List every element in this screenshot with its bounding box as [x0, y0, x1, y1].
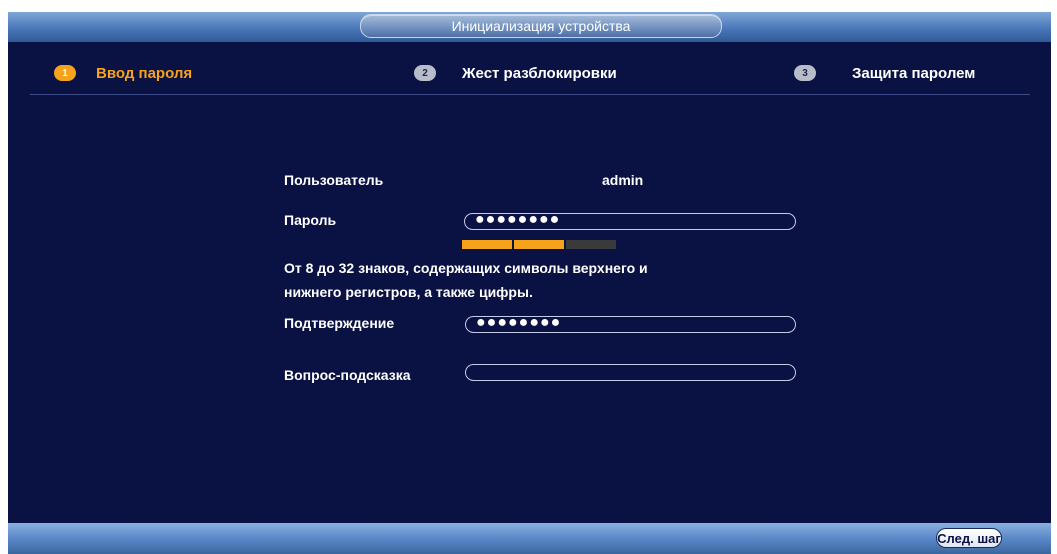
user-value: admin — [602, 172, 644, 188]
confirm-label: Подтверждение — [284, 315, 395, 331]
step-3-label: Защита паролем — [852, 64, 976, 82]
strength-segment-2 — [514, 240, 564, 249]
hint-question-input[interactable] — [465, 364, 796, 381]
step-2-label: Жест разблокировки — [462, 64, 617, 82]
password-input[interactable]: ●●●●●●●● — [464, 213, 796, 230]
step-password-protection[interactable]: 3 Защита паролем — [794, 58, 975, 88]
step-1-label: Ввод пароля — [96, 64, 193, 82]
step-indicator: 1 Ввод пароля 2 Жест разблокировки 3 Защ… — [8, 58, 1051, 88]
user-label: Пользователь — [284, 172, 384, 188]
step-3-badge: 3 — [794, 65, 816, 81]
step-2-badge: 2 — [414, 65, 436, 81]
window-title: Инициализация устройства — [360, 14, 722, 38]
init-window: Инициализация устройства 1 Ввод пароля 2… — [8, 12, 1051, 554]
password-label: Пароль — [284, 212, 337, 228]
steps-divider — [30, 94, 1030, 95]
strength-segment-1 — [462, 240, 512, 249]
hint-line-1: От 8 до 32 знаков, содержащих символы ве… — [284, 260, 648, 276]
confirm-password-input[interactable]: ●●●●●●●● — [465, 316, 796, 333]
step-password[interactable]: 1 Ввод пароля — [54, 58, 192, 88]
bottom-bar: След. шаг — [8, 523, 1051, 554]
password-requirements-hint: От 8 до 32 знаков, содержащих символы ве… — [284, 256, 804, 304]
hint-line-2: нижнего регистров, а также цифры. — [284, 284, 533, 300]
password-strength-meter — [462, 240, 618, 249]
strength-segment-3 — [566, 240, 616, 249]
step-unlock-pattern[interactable]: 2 Жест разблокировки — [414, 58, 617, 88]
hint-question-label: Вопрос-подсказка — [284, 367, 411, 383]
next-step-button[interactable]: След. шаг — [936, 528, 1002, 548]
title-bar: Инициализация устройства — [8, 12, 1051, 42]
step-1-badge: 1 — [54, 65, 76, 81]
